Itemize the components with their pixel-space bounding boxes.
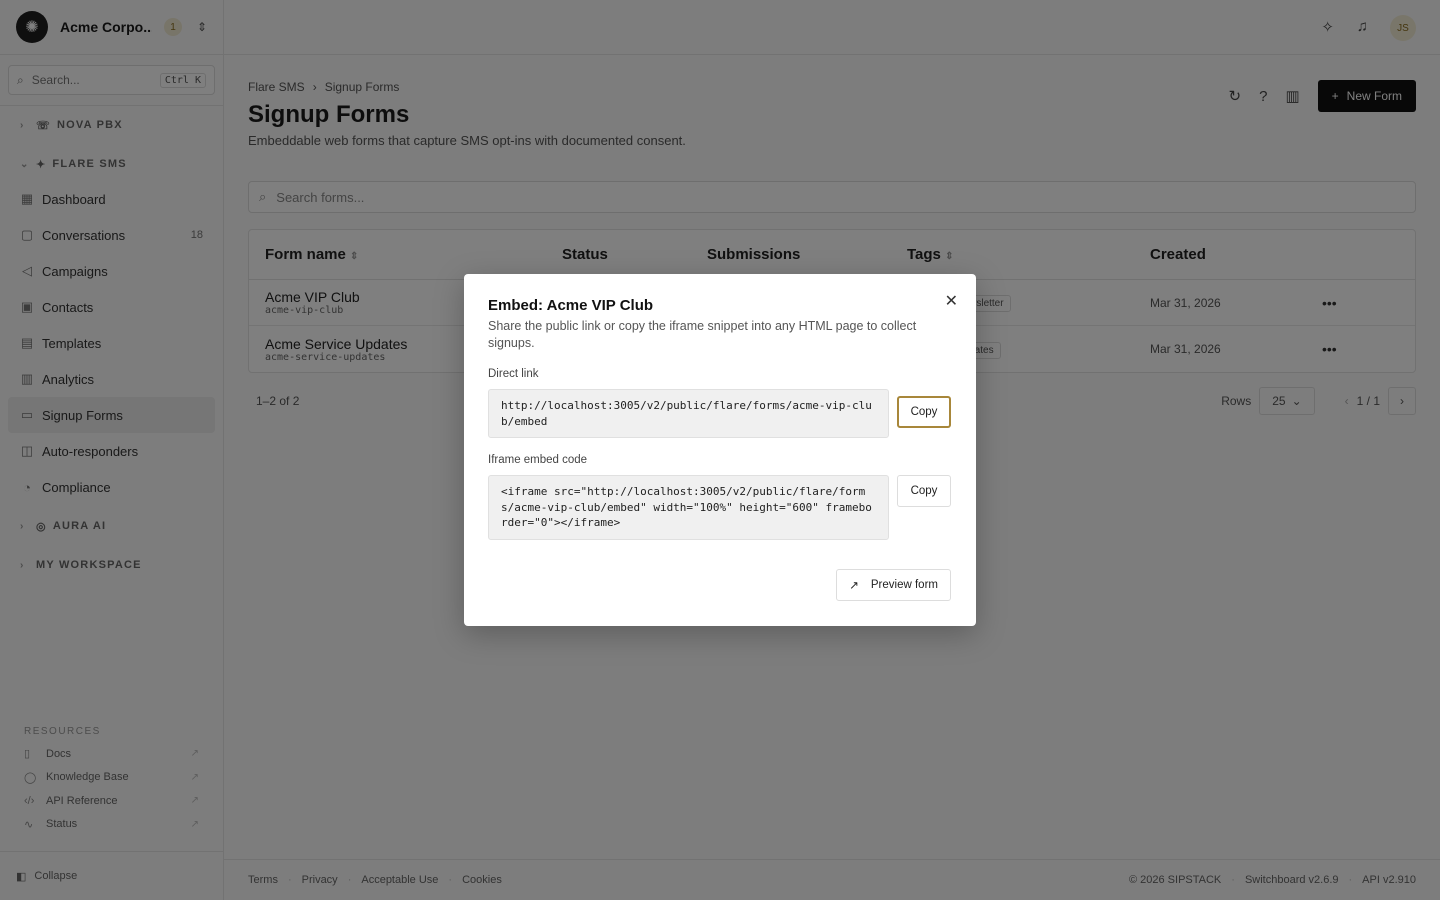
direct-link-value[interactable]: http://localhost:3005/v2/public/flare/fo… — [488, 389, 889, 438]
preview-form-label: Preview form — [870, 579, 938, 591]
embed-modal: ✕ Embed: Acme VIP Club Share the public … — [464, 274, 976, 626]
direct-link-label: Direct link — [488, 368, 539, 380]
iframe-code-label: Iframe embed code — [488, 454, 588, 466]
modal-title: Embed: Acme VIP Club — [488, 297, 654, 314]
copy-direct-link-button[interactable]: Copy — [897, 396, 951, 428]
preview-form-button[interactable]: ↗ Preview form — [836, 569, 951, 601]
copy-iframe-button[interactable]: Copy — [897, 475, 951, 507]
external-link-icon: ↗ — [849, 580, 859, 592]
close-icon[interactable]: ✕ — [945, 291, 958, 311]
modal-description: Share the public link or copy the iframe… — [488, 319, 917, 350]
iframe-code-value[interactable]: <iframe src="http://localhost:3005/v2/pu… — [488, 475, 889, 540]
